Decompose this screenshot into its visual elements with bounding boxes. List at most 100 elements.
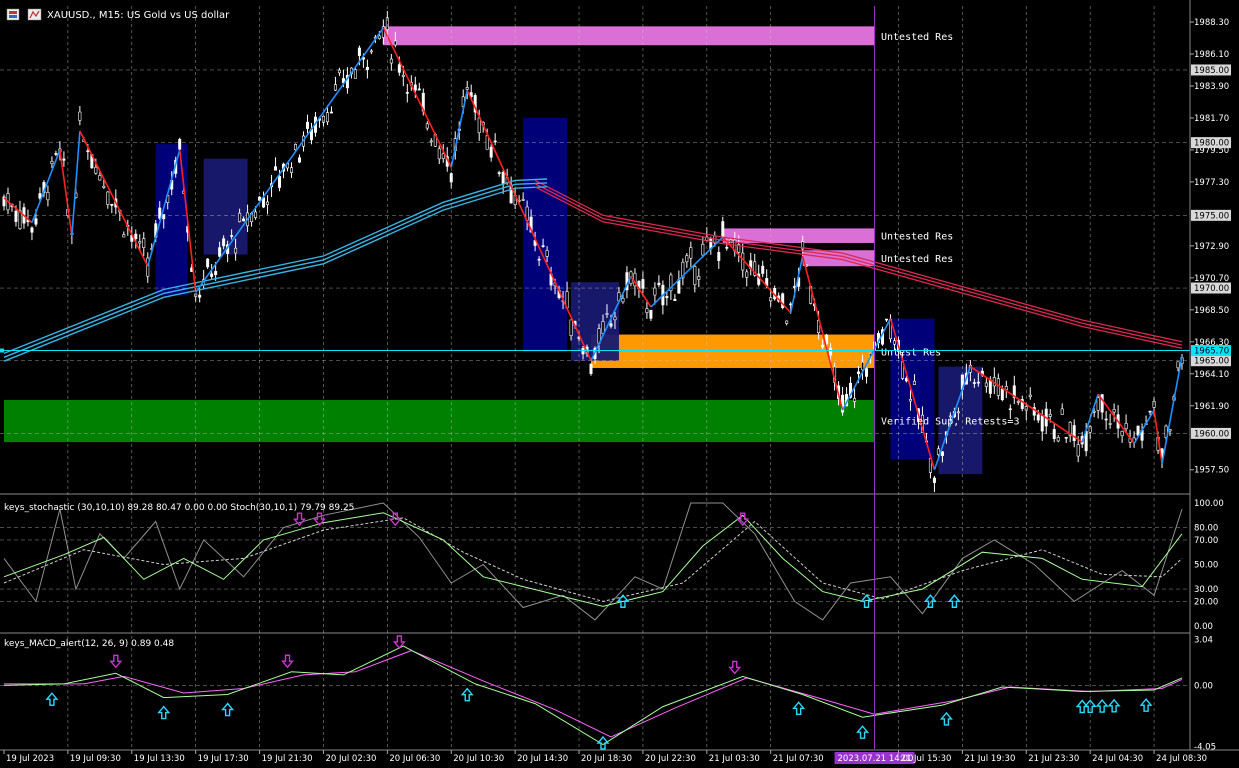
candle-body — [210, 273, 214, 277]
chart-type-icon[interactable] — [6, 8, 20, 21]
time-tick-label: 20 Jul 18:30 — [581, 754, 632, 764]
candle-body — [238, 212, 242, 222]
candle-body — [30, 227, 34, 233]
candle-body — [761, 265, 765, 274]
time-tick-label: 21 Jul 23:30 — [1028, 754, 1079, 764]
candle-body — [789, 303, 793, 306]
zone-label: Untested Res — [881, 232, 953, 243]
candle-body — [1148, 410, 1152, 413]
candle-body — [1072, 425, 1076, 442]
macd-label: keys_MACD_alert(12, 26, 9) 0.89 0.48 — [4, 639, 174, 649]
candle-body — [14, 210, 18, 222]
trading-chart-window[interactable]: Untested Res Untested Res Untested Res Unte… — [0, 0, 1239, 765]
candle-body — [266, 201, 270, 205]
candle-body — [745, 271, 749, 278]
candle-body — [541, 245, 545, 247]
candle-body — [1108, 423, 1112, 425]
candle-body — [821, 344, 825, 348]
order-block-box — [523, 117, 568, 352]
candle-body — [493, 140, 497, 143]
candle-body — [290, 167, 294, 173]
candle-body — [222, 238, 226, 247]
candle-body — [230, 235, 234, 237]
candle-body — [206, 258, 210, 268]
candle-body — [996, 378, 1000, 396]
candle-body — [1120, 430, 1124, 437]
time-tick-label: 20 Jul 02:30 — [325, 754, 376, 764]
chart-header: XAUUSD., M15: US Gold vs US dollar — [6, 8, 230, 21]
candle-body — [645, 308, 649, 313]
candle-body — [1052, 429, 1056, 440]
candle-body — [357, 47, 361, 56]
candle-body — [653, 287, 657, 296]
stoch-level-label: 80.00 — [1194, 524, 1218, 534]
candle-body — [741, 252, 745, 271]
price-tick-label: 1964.10 — [1194, 370, 1229, 380]
candle-body — [545, 250, 549, 257]
candle-body — [134, 233, 138, 240]
macd-level-label: 0.00 — [1194, 681, 1213, 691]
macd-level-label: -4.05 — [1194, 743, 1216, 753]
time-tick-label: 19 Jul 13:30 — [134, 754, 185, 764]
time-tick-label: 21 Jul 19:30 — [964, 754, 1015, 764]
candle-body — [673, 298, 677, 301]
candle-body — [329, 111, 333, 114]
candle-body — [397, 64, 401, 73]
candle-body — [1136, 425, 1140, 436]
time-tick-label: 21 Jul 07:30 — [773, 754, 824, 764]
candle-body — [1104, 418, 1108, 421]
trade-icon[interactable] — [27, 8, 42, 21]
candle-body — [1064, 436, 1068, 439]
candle-body — [305, 121, 309, 129]
candle-body — [369, 50, 373, 53]
candle-body — [1124, 423, 1128, 430]
price-level-label: 1970.00 — [1194, 284, 1229, 294]
candle-body — [657, 282, 661, 286]
candle-body — [581, 348, 585, 355]
candle-body — [908, 398, 912, 402]
candle-body — [972, 382, 976, 384]
candle-body — [242, 218, 246, 222]
candle-body — [589, 363, 593, 374]
candle-body — [86, 150, 90, 153]
candle-body — [198, 294, 202, 298]
candle-body — [649, 309, 653, 319]
candle-body — [1112, 409, 1116, 413]
candle-body — [34, 218, 38, 225]
candle-body — [214, 271, 218, 275]
candle-body — [465, 87, 469, 90]
price-tick-label: 1988.30 — [1194, 18, 1229, 28]
time-tick-label: 21 Jul 03:30 — [709, 754, 760, 764]
zone-label: Untested Res — [881, 32, 953, 43]
candle-body — [122, 234, 126, 238]
candle-body — [689, 247, 693, 259]
candle-body — [976, 381, 980, 384]
candle-body — [569, 319, 573, 337]
price-tick-label: 1983.90 — [1194, 82, 1229, 92]
price-line-marker[interactable] — [0, 348, 4, 353]
candle-body — [521, 199, 525, 201]
candle-body — [254, 211, 258, 218]
candle-body — [425, 123, 429, 129]
time-tick-label: 19 Jul 21:30 — [262, 754, 313, 764]
candle-body — [294, 144, 298, 151]
candle-body — [46, 192, 50, 201]
candle-body — [693, 265, 697, 286]
candle-body — [218, 247, 222, 257]
candle-body — [278, 175, 282, 188]
candle-body — [1092, 410, 1096, 413]
candle-body — [1036, 414, 1040, 421]
zone-green — [4, 399, 875, 443]
candle-body — [912, 380, 916, 385]
macd-level-label: 3.04 — [1194, 635, 1213, 645]
candle-body — [609, 323, 613, 327]
candle-body — [621, 297, 625, 303]
stoch-level-label: 0.00 — [1194, 622, 1213, 632]
candle-body — [325, 112, 329, 123]
stoch-level-label: 20.00 — [1194, 597, 1218, 607]
candle-body — [685, 255, 689, 263]
candle-body — [297, 157, 301, 163]
chart-canvas[interactable]: Untested Res Untested Res Untested Res Unte… — [0, 0, 1239, 765]
candle-body — [234, 247, 238, 254]
price-tick-label: 1977.30 — [1194, 178, 1229, 188]
